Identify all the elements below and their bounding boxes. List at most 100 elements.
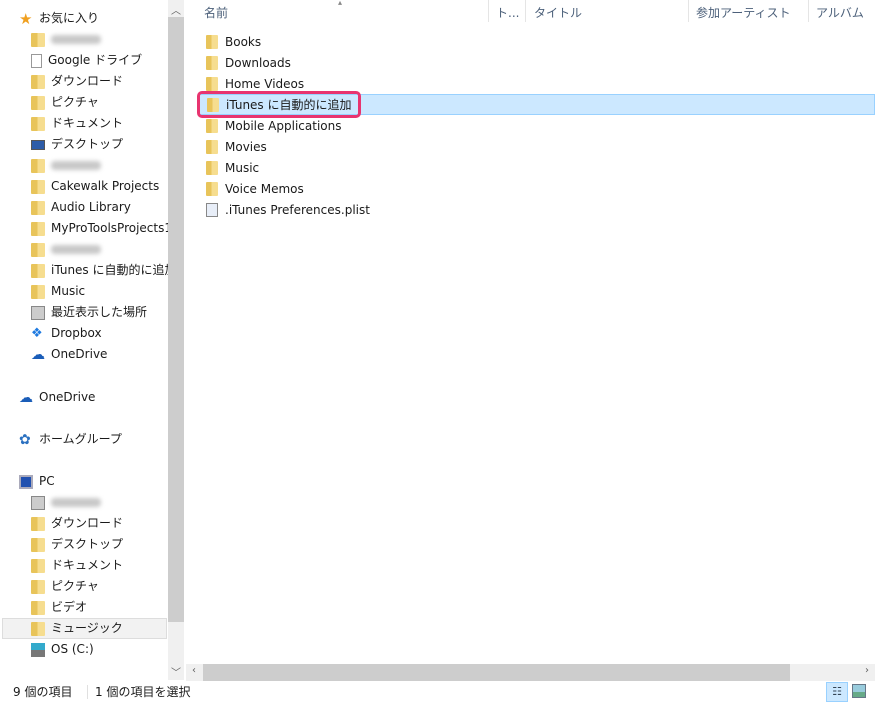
plist-file-icon bbox=[206, 202, 218, 217]
videos-folder-icon bbox=[31, 600, 45, 615]
nav-item[interactable]: ピクチャ bbox=[31, 576, 99, 597]
horizontal-scroll-thumb[interactable] bbox=[203, 664, 790, 681]
phone-icon bbox=[31, 495, 45, 510]
nav-item-label: Music bbox=[51, 284, 86, 298]
drive-icon bbox=[31, 642, 45, 657]
nav-item[interactable]: ★ お気に入り bbox=[19, 8, 99, 29]
nav-item[interactable]: ビデオ bbox=[31, 597, 87, 618]
nav-item[interactable]: Music bbox=[31, 281, 85, 302]
nav-item-label: OneDrive bbox=[39, 390, 96, 404]
folder-icon bbox=[31, 242, 45, 257]
nav-item-label: Google ドライブ bbox=[48, 53, 143, 67]
nav-item[interactable]: PC bbox=[19, 471, 55, 492]
file-row[interactable]: Mobile Applications bbox=[198, 115, 875, 136]
folder-icon bbox=[31, 179, 45, 194]
redacted-label bbox=[51, 245, 101, 254]
nav-item[interactable]: ☁ OneDrive bbox=[19, 387, 95, 408]
nav-item[interactable]: ミュージック bbox=[2, 618, 167, 639]
file-row[interactable]: .iTunes Preferences.plist bbox=[198, 199, 875, 220]
nav-item[interactable] bbox=[31, 492, 101, 513]
documents-folder-icon bbox=[31, 558, 45, 573]
redacted-label bbox=[51, 498, 101, 507]
nav-item-label: ピクチャ bbox=[51, 95, 99, 109]
nav-item-label: OneDrive bbox=[51, 347, 108, 361]
nav-item-label: Audio Library bbox=[51, 200, 131, 214]
nav-item[interactable]: デスクトップ bbox=[31, 134, 123, 155]
nav-item-label: iTunes に自動的に追加 bbox=[51, 263, 168, 277]
column-album[interactable]: アルバム bbox=[816, 0, 864, 26]
nav-item[interactable]: ❖ Dropbox bbox=[31, 323, 102, 344]
file-row[interactable]: Voice Memos bbox=[198, 178, 875, 199]
folder-icon bbox=[31, 284, 45, 299]
nav-item[interactable]: ピクチャ bbox=[31, 92, 99, 113]
file-row[interactable]: Movies bbox=[198, 136, 875, 157]
documents-folder-icon bbox=[31, 116, 45, 131]
nav-item[interactable]: ドキュメント bbox=[31, 555, 123, 576]
sort-ascending-icon: ▴ bbox=[338, 0, 343, 7]
nav-item[interactable]: Google ドライブ bbox=[31, 50, 142, 71]
nav-item[interactable] bbox=[31, 29, 101, 50]
details-view-icon[interactable]: ☷ bbox=[826, 682, 848, 702]
nav-item[interactable]: ダウンロード bbox=[31, 71, 123, 92]
file-name: Music bbox=[225, 160, 260, 175]
file-row[interactable]: Downloads bbox=[198, 52, 875, 73]
onedrive-icon: ☁ bbox=[31, 346, 45, 363]
nav-item[interactable]: ☁ OneDrive bbox=[31, 344, 107, 365]
folder-icon bbox=[206, 55, 218, 70]
scroll-up-arrow-icon[interactable]: ︿ bbox=[168, 2, 184, 17]
scroll-right-arrow-icon[interactable]: › bbox=[859, 665, 875, 676]
nav-item-label: Dropbox bbox=[51, 326, 102, 340]
folder-icon bbox=[206, 34, 218, 49]
nav-item[interactable] bbox=[31, 155, 101, 176]
nav-item[interactable]: デスクトップ bbox=[31, 534, 123, 555]
scroll-down-arrow-icon[interactable]: ﹀ bbox=[168, 664, 184, 679]
folder-icon bbox=[31, 158, 45, 173]
file-icon bbox=[31, 53, 42, 68]
file-name: Voice Memos bbox=[225, 181, 304, 196]
homegroup-icon: ✿ bbox=[19, 431, 31, 448]
nav-item[interactable]: Audio Library bbox=[31, 197, 131, 218]
nav-item-label: 最近表示した場所 bbox=[51, 305, 148, 319]
nav-item[interactable] bbox=[31, 239, 101, 260]
large-icons-view-icon[interactable] bbox=[852, 684, 866, 698]
column-track[interactable]: ト... bbox=[496, 0, 519, 26]
column-title[interactable]: タイトル bbox=[534, 0, 582, 26]
nav-item[interactable]: ダウンロード bbox=[31, 513, 123, 534]
file-row[interactable]: Music bbox=[198, 157, 875, 178]
nav-item[interactable]: iTunes に自動的に追加 bbox=[31, 260, 168, 281]
folder-icon bbox=[31, 32, 45, 47]
file-row[interactable]: Books bbox=[198, 31, 875, 52]
nav-item-label: ピクチャ bbox=[51, 579, 99, 593]
star-icon: ★ bbox=[19, 9, 33, 28]
folder-icon bbox=[31, 221, 45, 236]
recent-places-icon bbox=[31, 305, 45, 320]
redacted-label bbox=[51, 161, 101, 170]
nav-item-label: ホームグループ bbox=[39, 432, 122, 446]
downloads-folder-icon bbox=[31, 516, 45, 531]
nav-item[interactable]: ドキュメント bbox=[31, 113, 123, 134]
horizontal-scrollbar[interactable]: ‹ › bbox=[186, 664, 875, 681]
column-name[interactable]: 名前 bbox=[204, 0, 228, 26]
nav-item[interactable]: Cakewalk Projects bbox=[31, 176, 159, 197]
pictures-folder-icon bbox=[31, 579, 45, 594]
folder-icon bbox=[206, 76, 218, 91]
nav-item[interactable]: OS (C:) bbox=[31, 639, 94, 660]
nav-item-label: ダウンロード bbox=[51, 74, 124, 88]
folder-icon bbox=[31, 263, 45, 278]
column-artist[interactable]: 参加アーティスト bbox=[696, 0, 791, 26]
nav-item[interactable]: ✿ ホームグループ bbox=[19, 429, 122, 450]
selected-count: 1 個の項目を選択 bbox=[95, 685, 191, 699]
nav-item-label: ビデオ bbox=[51, 600, 88, 614]
nav-item-label: MyProToolsProjects1 bbox=[51, 221, 168, 235]
nav-item-label: ミュージック bbox=[51, 621, 123, 635]
onedrive-icon: ☁ bbox=[19, 389, 33, 406]
nav-item-label: OS (C:) bbox=[51, 642, 94, 656]
nav-scroll-thumb[interactable] bbox=[168, 17, 184, 622]
file-name: Home Videos bbox=[225, 76, 305, 91]
nav-item[interactable]: 最近表示した場所 bbox=[31, 302, 147, 323]
nav-item[interactable]: MyProToolsProjects1 bbox=[31, 218, 168, 239]
scroll-left-arrow-icon[interactable]: ‹ bbox=[186, 665, 202, 676]
nav-vertical-scrollbar[interactable]: ︿ ﹀ bbox=[168, 0, 184, 680]
nav-item-label: デスクトップ bbox=[51, 537, 124, 551]
navigation-pane: ★ お気に入り Google ドライブ ダウンロード ピクチャ ドキュメント デスクトップ C… bbox=[0, 0, 168, 680]
